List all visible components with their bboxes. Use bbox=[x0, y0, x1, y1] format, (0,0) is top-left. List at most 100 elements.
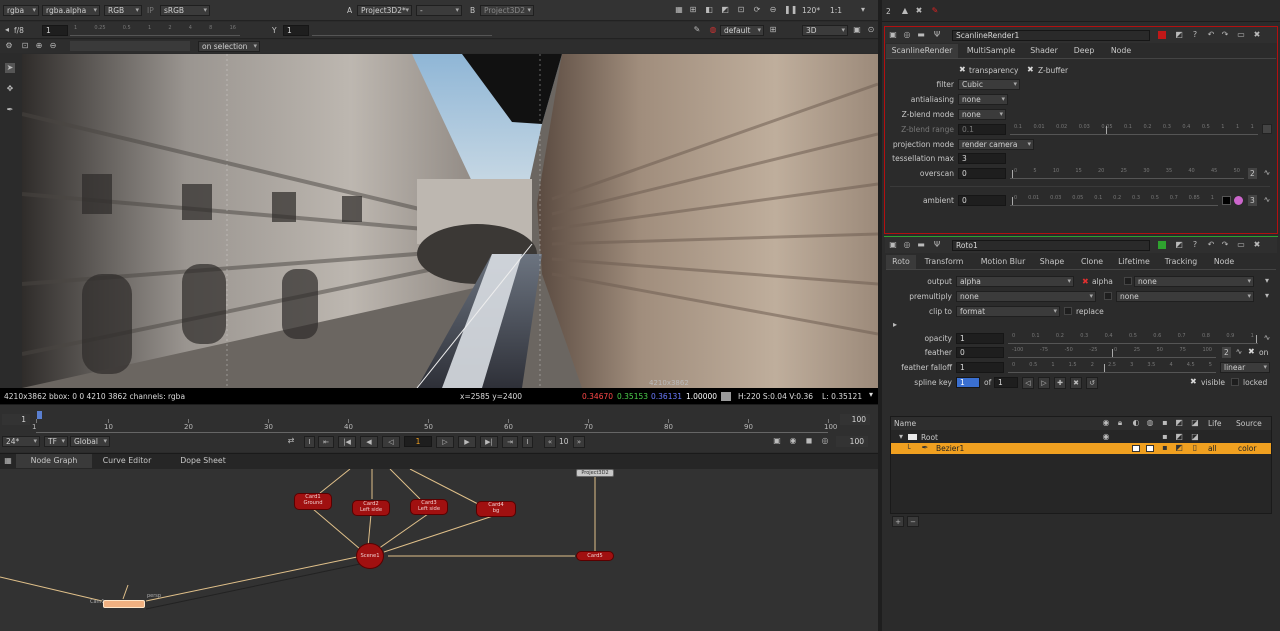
undo-icon[interactable]: ↶ bbox=[1206, 30, 1216, 40]
select-tool-icon[interactable]: ➤ bbox=[5, 63, 15, 73]
color-picker-icon[interactable]: ✎ bbox=[692, 25, 702, 35]
tab-node[interactable]: Node bbox=[1104, 44, 1138, 58]
view-mode-dropdown[interactable]: 3D bbox=[802, 25, 848, 36]
col-life[interactable]: Life bbox=[1208, 418, 1222, 429]
expand-arrow-icon[interactable]: ▸ bbox=[890, 320, 900, 330]
col-color-icon[interactable]: ◍ bbox=[1145, 418, 1155, 428]
node-project3d2[interactable]: Project3D2 bbox=[576, 469, 614, 477]
tab-scanlinerender[interactable]: ScanlineRender bbox=[886, 44, 958, 58]
output-extra-checkbox[interactable] bbox=[1124, 277, 1132, 285]
ip-label[interactable]: IP bbox=[147, 5, 154, 16]
zbuffer-checkbox[interactable]: ✖ bbox=[1027, 65, 1034, 74]
step-forward-button[interactable]: » bbox=[573, 436, 585, 448]
pause-icon[interactable]: ❚❚ bbox=[784, 5, 797, 15]
tab-tracking[interactable]: Tracking bbox=[1158, 255, 1204, 269]
node-graph-canvas[interactable]: Card1 Ground Card2 Left side Card3 Left sid… bbox=[0, 469, 878, 631]
node-card3[interactable]: Card3 Left side bbox=[410, 499, 448, 515]
zoom-readout[interactable]: 1:1 bbox=[830, 5, 842, 16]
zrange-slider[interactable]: 0.10.010.020.030.050.10.20.30.40.5111 bbox=[1010, 124, 1258, 135]
loop-icon[interactable]: ⇄ bbox=[286, 436, 296, 446]
viewer-canvas[interactable]: 4210x3862 bbox=[22, 54, 878, 388]
input-a-dropdown[interactable]: Project3D2* bbox=[357, 5, 412, 16]
prev-keyframe-button[interactable]: |◀ bbox=[338, 436, 356, 448]
roi-icon[interactable]: ⊡ bbox=[736, 5, 746, 15]
col-overlay-icon[interactable]: ▪ bbox=[1160, 418, 1170, 428]
premultiply-dropdown[interactable]: none bbox=[956, 291, 1096, 302]
transparency-checkbox[interactable]: ✖ bbox=[959, 65, 966, 74]
feather-field[interactable]: 0 bbox=[956, 347, 1004, 358]
overscan-field[interactable]: 0 bbox=[958, 168, 1006, 179]
pin-icon[interactable]: ▲ bbox=[900, 6, 910, 16]
feather-slider[interactable]: -100 -75 -50 -25 0 25 50 75 100 bbox=[1008, 347, 1216, 358]
roto-node-icon[interactable]: Ψ bbox=[932, 240, 942, 250]
premult-menu-icon[interactable]: ▾ bbox=[1262, 291, 1272, 301]
bezier-blend-icon[interactable]: ◩ bbox=[1174, 443, 1184, 453]
roto-float-icon[interactable]: ◎ bbox=[902, 240, 912, 250]
panel-close-icon[interactable]: ✖ bbox=[1252, 30, 1262, 40]
mask-icon[interactable]: ▬ bbox=[916, 30, 926, 40]
select-all-icon[interactable]: ⊡ bbox=[20, 41, 30, 51]
play-forward-button[interactable]: ▶ bbox=[458, 436, 476, 448]
tab-roto[interactable]: Roto bbox=[886, 255, 916, 269]
delete-key-button[interactable]: ✖ bbox=[1070, 377, 1082, 389]
tab-dope-sheet[interactable]: Dope Sheet bbox=[170, 454, 236, 468]
bezier-tool-icon[interactable]: ✒ bbox=[5, 105, 15, 115]
tessellation-field[interactable]: 3 bbox=[958, 153, 1006, 164]
tab-multisample[interactable]: MultiSample bbox=[960, 44, 1022, 58]
end-frame-field[interactable]: 100 bbox=[836, 436, 868, 447]
channels-dropdown[interactable]: rgba bbox=[3, 5, 39, 16]
out-point-button[interactable]: I bbox=[522, 436, 533, 448]
roto-mask-icon[interactable]: ▬ bbox=[916, 240, 926, 250]
roto-color-swatch[interactable] bbox=[1158, 241, 1166, 249]
premult-extra-dropdown[interactable]: none bbox=[1116, 291, 1254, 302]
node-color-swatch[interactable] bbox=[1158, 31, 1166, 39]
overlay-icon[interactable]: ⊙ bbox=[866, 25, 876, 35]
col-lock-icon[interactable]: 🔒︎ bbox=[1115, 418, 1125, 428]
current-frame-field[interactable]: 1 bbox=[404, 436, 432, 447]
ambient-color-swatch[interactable] bbox=[1222, 196, 1231, 205]
col-name[interactable]: Name bbox=[894, 418, 916, 429]
node-card4[interactable]: Card4 bg bbox=[476, 501, 516, 517]
points-tool-icon[interactable]: ✥ bbox=[5, 84, 15, 94]
next-key-button[interactable]: ▷ bbox=[1038, 377, 1050, 389]
play-backward-button[interactable]: ◀ bbox=[360, 436, 378, 448]
zrange-field[interactable]: 0.1 bbox=[958, 124, 1006, 135]
feather-count[interactable]: 2 bbox=[1222, 347, 1231, 358]
alpha-checkbox[interactable]: ✖ bbox=[1082, 277, 1089, 286]
viewer-process-icon[interactable]: ⊞ bbox=[768, 25, 778, 35]
max-panels-field[interactable]: 2 bbox=[886, 6, 891, 17]
col-source[interactable]: Source bbox=[1236, 418, 1262, 429]
panel-menu-icon[interactable]: ▦ bbox=[3, 456, 13, 466]
falloff-field[interactable]: 1 bbox=[956, 362, 1004, 373]
selection-mode-dropdown[interactable]: on selection bbox=[198, 41, 260, 52]
float-icon[interactable]: ◎ bbox=[902, 30, 912, 40]
overscan-curve-icon[interactable]: ∿ bbox=[1262, 168, 1272, 178]
col-motionblur-icon[interactable]: ◪ bbox=[1190, 418, 1200, 428]
bezier-visible-checkbox[interactable] bbox=[1132, 445, 1140, 452]
expand-root-icon[interactable]: ▾ bbox=[896, 432, 906, 442]
node-card2[interactable]: Card2 Left side bbox=[352, 500, 390, 516]
composite-op-dropdown[interactable]: - bbox=[416, 5, 462, 16]
premult-extra-checkbox[interactable] bbox=[1104, 292, 1112, 300]
reset-key-button[interactable]: ↺ bbox=[1086, 377, 1098, 389]
ambient-slider[interactable]: 0 0.01 0.03 0.05 0.1 0.2 0.3 0.5 0.7 0.85 1 bbox=[1010, 195, 1218, 206]
col-invert-icon[interactable]: ◐ bbox=[1131, 418, 1141, 428]
tab-lifetime[interactable]: Lifetime bbox=[1112, 255, 1156, 269]
ambient-count[interactable]: 3 bbox=[1248, 195, 1257, 206]
clip-to-dropdown[interactable]: format bbox=[956, 306, 1060, 317]
roto-redo-icon[interactable]: ↷ bbox=[1220, 240, 1230, 250]
camera-icon[interactable]: ▣ bbox=[852, 25, 862, 35]
panel-float-icon[interactable]: ▭ bbox=[1236, 30, 1246, 40]
output-extra-dropdown[interactable]: none bbox=[1134, 276, 1254, 287]
node-card5[interactable]: Card5 bbox=[576, 551, 614, 561]
tab-clone[interactable]: Clone bbox=[1074, 255, 1110, 269]
ambient-field[interactable]: 0 bbox=[958, 195, 1006, 206]
tab-shader[interactable]: Shader bbox=[1024, 44, 1064, 58]
select-points-icon[interactable]: ⊕ bbox=[34, 41, 44, 51]
redo-icon[interactable]: ↷ bbox=[1220, 30, 1230, 40]
fps-dropdown[interactable]: 24* bbox=[2, 436, 40, 447]
range-mode-dropdown[interactable]: Global bbox=[70, 436, 110, 447]
clip-warning-icon[interactable]: ◩ bbox=[720, 5, 730, 15]
close-all-icon[interactable]: ✖ bbox=[914, 6, 924, 16]
node-icon[interactable]: Ψ bbox=[932, 30, 942, 40]
